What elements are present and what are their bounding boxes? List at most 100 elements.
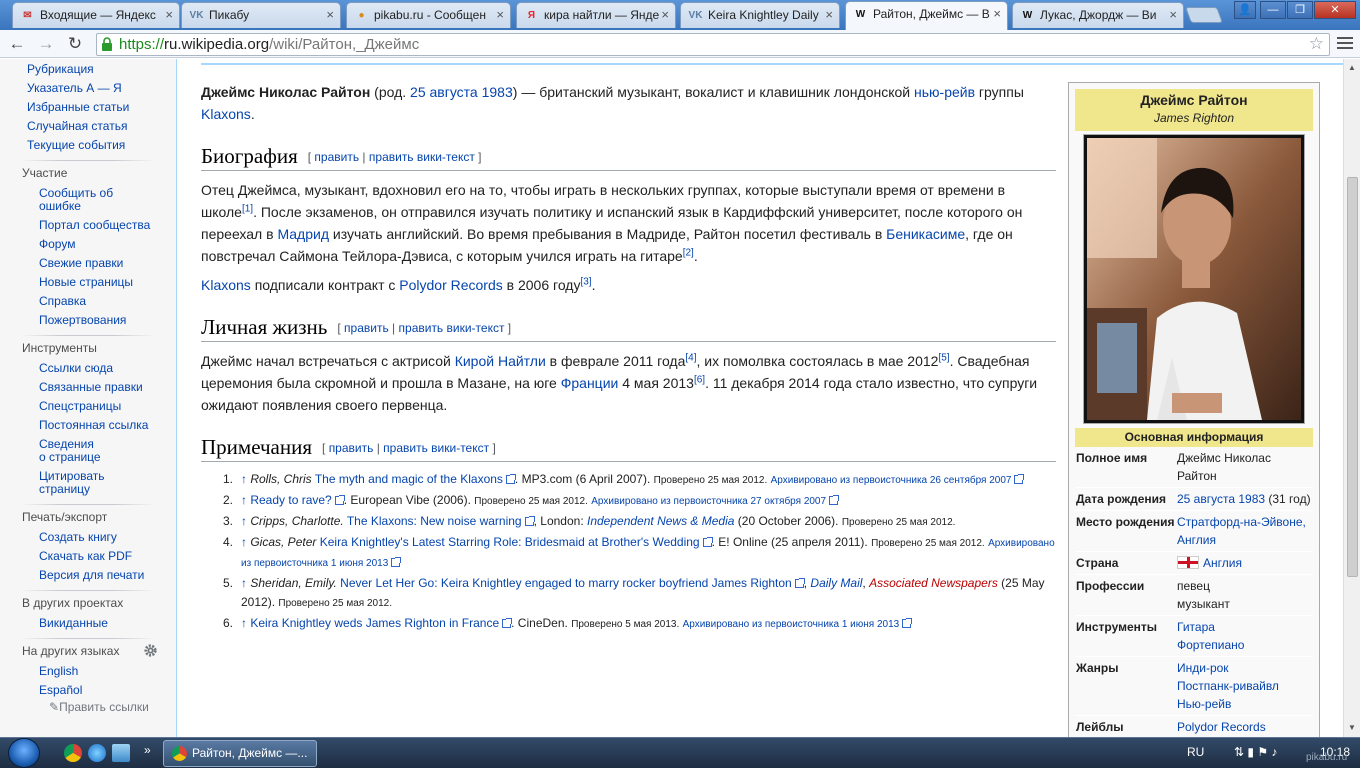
sidebar-link-donate[interactable]: Пожертвования bbox=[39, 314, 126, 327]
sidebar-link-download-pdf[interactable]: Скачать как PDF bbox=[39, 550, 132, 563]
infobox-value[interactable]: Стратфорд-на-Эйвоне, bbox=[1177, 513, 1313, 531]
backlink-arrow[interactable]: ↑ bbox=[241, 576, 247, 590]
ref-link[interactable]: [1] bbox=[242, 203, 253, 214]
polydor-link[interactable]: Polydor Records bbox=[399, 277, 503, 293]
minimize-button[interactable]: — bbox=[1260, 1, 1286, 19]
sidebar-link-random[interactable]: Случайная статья bbox=[27, 120, 127, 133]
infobox-value[interactable]: Англия bbox=[1177, 531, 1313, 549]
address-bar[interactable]: https://ru.wikipedia.org/wiki/Райтон,_Дж… bbox=[96, 33, 1330, 56]
sidebar-link-lang-english[interactable]: English bbox=[39, 665, 78, 678]
benicasim-link[interactable]: Беникасиме bbox=[886, 226, 965, 242]
portrait-photo[interactable] bbox=[1087, 138, 1301, 420]
ref-link[interactable]: [3] bbox=[580, 276, 591, 287]
sidebar-link-forum[interactable]: Форум bbox=[39, 238, 75, 251]
chrome-icon[interactable] bbox=[64, 744, 82, 762]
sidebar-link-wikidata[interactable]: Викиданные bbox=[39, 617, 108, 630]
taskbar-overflow-icon[interactable]: » bbox=[144, 743, 151, 757]
edit-source-link[interactable]: править вики-текст bbox=[369, 150, 475, 164]
edit-section-link[interactable]: править bbox=[314, 150, 359, 164]
tab-close-icon[interactable]: × bbox=[661, 3, 669, 27]
browser-tab[interactable]: ✉ Входящие — Яндекс × bbox=[12, 2, 180, 28]
reference-title-link[interactable]: The Klaxons: New noise warning bbox=[347, 514, 522, 528]
ref-link[interactable]: [6] bbox=[694, 374, 705, 385]
publisher-link[interactable]: Independent News & Media bbox=[587, 514, 734, 528]
reference-title-link[interactable]: Ready to rave? bbox=[250, 493, 331, 507]
scroll-down-arrow[interactable]: ▼ bbox=[1348, 723, 1356, 732]
language-indicator[interactable]: RU bbox=[1187, 745, 1204, 759]
sidebar-link-featured[interactable]: Избранные статьи bbox=[27, 101, 129, 114]
url-text[interactable]: https://ru.wikipedia.org/wiki/Райтон,_Дж… bbox=[119, 36, 419, 54]
gear-icon[interactable] bbox=[143, 643, 158, 658]
edit-section-link[interactable]: править bbox=[344, 321, 389, 335]
sidebar-link-recent-changes[interactable]: Свежие правки bbox=[39, 257, 123, 270]
backlink-arrow[interactable]: ↑ bbox=[241, 616, 247, 630]
madrid-link[interactable]: Мадрид bbox=[277, 226, 329, 242]
sidebar-link-index[interactable]: Указатель А — Я bbox=[27, 82, 122, 95]
infobox-value[interactable]: Фортепиано bbox=[1177, 636, 1313, 654]
infobox-value[interactable]: Гитара bbox=[1177, 618, 1313, 636]
infobox-value[interactable]: Нью-рейв bbox=[1177, 695, 1313, 713]
tab-close-icon[interactable]: × bbox=[496, 3, 504, 27]
edit-source-link[interactable]: править вики-текст bbox=[383, 441, 489, 455]
scroll-up-arrow[interactable]: ▲ bbox=[1348, 63, 1356, 72]
sidebar-link-create-book[interactable]: Создать книгу bbox=[39, 531, 117, 544]
klaxons-link[interactable]: Klaxons bbox=[201, 106, 251, 122]
infobox-value[interactable]: Постпанк-ривайвл bbox=[1177, 677, 1313, 695]
sidebar-link-print-version[interactable]: Версия для печати bbox=[39, 569, 144, 582]
ref-link[interactable]: [5] bbox=[938, 352, 949, 363]
archive-link[interactable]: Архивировано из первоисточника 1 июня 20… bbox=[683, 619, 900, 630]
publisher-link[interactable]: Daily Mail bbox=[810, 576, 862, 590]
sidebar-link-current-events[interactable]: Текущие события bbox=[27, 139, 125, 152]
scrollbar-thumb[interactable] bbox=[1347, 177, 1358, 577]
browser-tab[interactable]: VK Пикабу × bbox=[181, 2, 341, 28]
backlink-arrow[interactable]: ↑ bbox=[241, 493, 247, 507]
browser-tab[interactable]: W Лукас, Джордж — Ви × bbox=[1012, 2, 1184, 28]
browser-tab[interactable]: VK Keira Knightley Daily × bbox=[680, 2, 840, 28]
edit-section-link[interactable]: править bbox=[329, 441, 374, 455]
backlink-arrow[interactable]: ↑ bbox=[241, 535, 247, 549]
reload-button[interactable]: ↻ bbox=[64, 34, 86, 54]
sidebar-link-what-links-here[interactable]: Ссылки сюда bbox=[39, 362, 113, 375]
browser-tab[interactable]: W Райтон, Джеймс — В × bbox=[845, 1, 1008, 30]
new-rave-link[interactable]: нью-рейв bbox=[914, 84, 975, 100]
archive-link[interactable]: Архивировано из первоисточника 26 сентяб… bbox=[771, 475, 1012, 486]
edit-source-link[interactable]: править вики-текст bbox=[399, 321, 505, 335]
internet-explorer-icon[interactable] bbox=[88, 744, 106, 762]
sidebar-link-report-error-2[interactable]: ошибке bbox=[39, 200, 81, 213]
back-button[interactable]: ← bbox=[6, 34, 28, 54]
start-button[interactable] bbox=[8, 738, 40, 768]
infobox-value[interactable]: 25 августа 1983 (31 год) bbox=[1177, 490, 1313, 508]
reference-title-link[interactable]: Never Let Her Go: Keira Knightley engage… bbox=[340, 576, 792, 590]
maximize-button[interactable]: ❐ bbox=[1287, 1, 1313, 19]
user-icon[interactable]: 👤 bbox=[1234, 1, 1256, 19]
reference-title-link[interactable]: Keira Knightley's Latest Starring Role: … bbox=[320, 535, 700, 549]
infobox-photo[interactable] bbox=[1083, 134, 1305, 424]
keira-knightley-link[interactable]: Кирой Найтли bbox=[455, 353, 546, 369]
browser-menu-icon[interactable] bbox=[1337, 35, 1353, 51]
edit-interlanguage-links[interactable]: ✎Править ссылки bbox=[49, 700, 149, 714]
france-link[interactable]: Франции bbox=[561, 375, 619, 391]
sidebar-link-related-changes[interactable]: Связанные правки bbox=[39, 381, 143, 394]
sidebar-link-cite-2[interactable]: страницу bbox=[39, 483, 90, 496]
ref-link[interactable]: [4] bbox=[685, 352, 696, 363]
vertical-scrollbar[interactable]: ▲ ▼ bbox=[1343, 59, 1360, 737]
birthdate-link[interactable]: 25 августа 1983 bbox=[410, 84, 513, 100]
tray-icons[interactable]: ⇅ ▮ ⚑ ♪ bbox=[1234, 745, 1277, 759]
backlink-arrow[interactable]: ↑ bbox=[241, 472, 247, 486]
tab-close-icon[interactable]: × bbox=[993, 2, 1001, 26]
tab-close-icon[interactable]: × bbox=[326, 3, 334, 27]
ref-link[interactable]: [2] bbox=[683, 247, 694, 258]
publisher-redlink[interactable]: Associated Newspapers bbox=[869, 576, 998, 590]
tab-close-icon[interactable]: × bbox=[1169, 3, 1177, 27]
forward-button[interactable]: → bbox=[35, 34, 57, 54]
tab-close-icon[interactable]: × bbox=[165, 3, 173, 27]
sidebar-link-page-info-2[interactable]: о странице bbox=[39, 451, 101, 464]
sidebar-link-lang-espanol[interactable]: Español bbox=[39, 684, 82, 697]
sidebar-link-new-pages[interactable]: Новые страницы bbox=[39, 276, 133, 289]
infobox-value[interactable]: Инди-рок bbox=[1177, 659, 1313, 677]
sidebar-link-rubrics[interactable]: Рубрикация bbox=[27, 63, 94, 76]
sidebar-link-permalink[interactable]: Постоянная ссылка bbox=[39, 419, 148, 432]
tab-close-icon[interactable]: × bbox=[825, 3, 833, 27]
taskbar-chrome-window[interactable]: Райтон, Джеймс —... bbox=[163, 740, 317, 767]
infobox-value[interactable]: Polydor Records bbox=[1177, 718, 1313, 736]
